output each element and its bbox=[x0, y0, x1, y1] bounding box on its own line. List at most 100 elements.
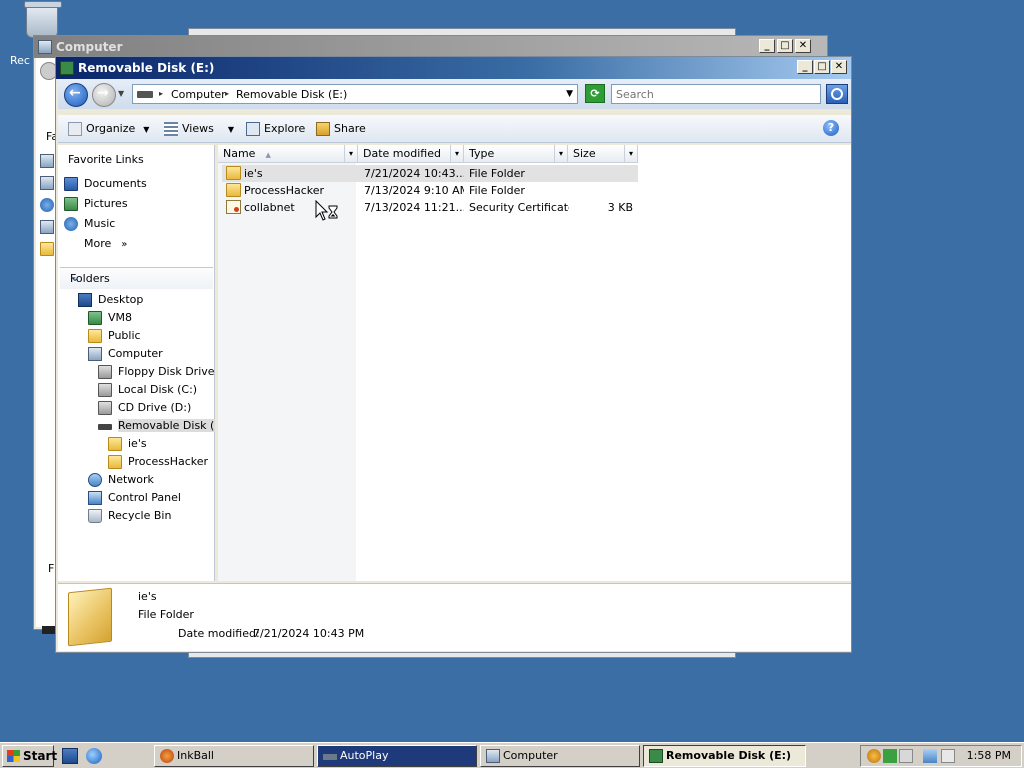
tree-item-removable-disk[interactable]: Removable Disk (E:) bbox=[98, 417, 215, 435]
start-label: Start bbox=[23, 749, 58, 763]
favorite-label: More bbox=[84, 237, 112, 250]
explorer-titlebar[interactable]: Removable Disk (E:) _ □ ✕ bbox=[56, 57, 851, 79]
computer-icon bbox=[38, 40, 52, 54]
column-header-size[interactable]: Size ▾ bbox=[568, 145, 638, 163]
security-icon[interactable] bbox=[867, 749, 881, 763]
clock[interactable]: 1:58 PM bbox=[967, 749, 1011, 762]
maximize-button[interactable]: □ bbox=[814, 60, 830, 74]
chevron-down-icon[interactable]: ▸ bbox=[159, 89, 163, 98]
tree-label: ProcessHacker bbox=[128, 455, 209, 468]
usb-drive-icon bbox=[98, 424, 112, 430]
tree-item-recycle-bin[interactable]: Recycle Bin bbox=[88, 507, 171, 525]
tree-label: Control Panel bbox=[108, 491, 181, 504]
favorite-label: Music bbox=[84, 217, 116, 230]
network-icon bbox=[88, 473, 102, 487]
music-icon bbox=[64, 217, 78, 231]
close-button[interactable]: ✕ bbox=[831, 60, 847, 74]
tree-label: VM8 bbox=[108, 311, 133, 324]
back-button[interactable] bbox=[64, 83, 88, 107]
breadcrumb-computer[interactable]: Computer bbox=[171, 88, 226, 101]
taskbar-inkball[interactable]: InkBall bbox=[154, 745, 314, 767]
folders-label: F bbox=[48, 562, 55, 575]
minimize-button[interactable]: _ bbox=[797, 60, 813, 74]
taskbar-removable-disk[interactable]: Removable Disk (E:) bbox=[643, 745, 806, 767]
file-row[interactable]: ProcessHacker 7/13/2024 9:10 AM File Fol… bbox=[222, 182, 638, 199]
more-chevron-icon: » bbox=[121, 239, 128, 250]
sorted-column-highlight bbox=[218, 163, 356, 581]
folder-icon bbox=[88, 329, 102, 343]
column-filter-dropdown[interactable]: ▾ bbox=[344, 145, 357, 162]
column-header-type[interactable]: Type ▾ bbox=[464, 145, 568, 163]
tree-item-vm8[interactable]: VM8 bbox=[88, 309, 132, 327]
views-button[interactable]: Views ▼ bbox=[164, 121, 234, 137]
computer-window-titlebar[interactable]: Computer _ □ ✕ bbox=[34, 36, 827, 58]
tree-item-ies[interactable]: ie's bbox=[108, 435, 147, 453]
share-button[interactable]: Share bbox=[316, 121, 366, 137]
autoplay-icon bbox=[323, 754, 337, 760]
close-button[interactable]: ✕ bbox=[795, 39, 811, 53]
address-dropdown-icon[interactable]: ▼ bbox=[566, 89, 573, 99]
help-icon[interactable]: ? bbox=[823, 120, 839, 136]
sort-ascending-icon: ▲ bbox=[265, 151, 271, 159]
explore-button[interactable]: Explore bbox=[246, 121, 305, 137]
address-field[interactable]: ▸ Computer ▸ Removable Disk (E:) ▼ bbox=[132, 84, 578, 104]
taskbar-autoplay[interactable]: AutoPlay bbox=[317, 745, 477, 767]
favorite-more[interactable]: More » bbox=[62, 235, 127, 253]
views-label: Views bbox=[182, 122, 214, 135]
column-filter-dropdown[interactable]: ▾ bbox=[554, 145, 567, 162]
breadcrumb-removable-disk[interactable]: Removable Disk (E:) bbox=[236, 88, 347, 101]
forward-button[interactable] bbox=[92, 83, 116, 107]
tree-item-public[interactable]: Public bbox=[88, 327, 141, 345]
tree-item-local-disk[interactable]: Local Disk (C:) bbox=[98, 381, 197, 399]
favorite-music[interactable]: Music bbox=[62, 215, 115, 233]
search-icon[interactable] bbox=[826, 84, 848, 104]
tree-item-desktop[interactable]: Desktop bbox=[78, 291, 143, 309]
file-row[interactable]: collabnet 7/13/2024 11:21... Security Ce… bbox=[222, 199, 638, 216]
file-row[interactable]: ie's 7/21/2024 10:43... File Folder bbox=[222, 165, 638, 182]
explore-icon bbox=[246, 122, 260, 136]
show-desktop-icon[interactable] bbox=[62, 748, 78, 764]
views-icon bbox=[164, 122, 178, 136]
certificate-icon bbox=[226, 200, 241, 214]
tree-label: Desktop bbox=[98, 293, 144, 306]
column-filter-dropdown[interactable]: ▾ bbox=[450, 145, 463, 162]
taskbar-computer[interactable]: Computer bbox=[480, 745, 640, 767]
busy-cursor-icon bbox=[315, 200, 338, 221]
notification-area: 1:58 PM bbox=[860, 745, 1022, 767]
file-size: 3 KB bbox=[607, 201, 633, 214]
breadcrumb-separator[interactable]: ▸ bbox=[225, 89, 229, 98]
favorite-label: Documents bbox=[84, 177, 147, 190]
maximize-button[interactable]: □ bbox=[777, 39, 793, 53]
column-header-date[interactable]: Date modified ▾ bbox=[358, 145, 464, 163]
volume-muted-icon[interactable] bbox=[941, 749, 955, 763]
favorite-pictures[interactable]: Pictures bbox=[62, 195, 128, 213]
tray-app-icon[interactable] bbox=[899, 749, 913, 763]
favorite-documents[interactable]: Documents bbox=[62, 175, 147, 193]
network-icon[interactable] bbox=[923, 749, 937, 763]
inkball-icon bbox=[160, 749, 174, 763]
refresh-button[interactable]: ⟳ bbox=[585, 84, 605, 103]
tree-item-computer[interactable]: Computer bbox=[88, 345, 163, 363]
search-input[interactable] bbox=[611, 84, 821, 104]
start-button[interactable]: Start bbox=[2, 745, 58, 767]
chevron-down-icon: ▼ bbox=[143, 125, 150, 134]
column-filter-dropdown[interactable]: ▾ bbox=[624, 145, 637, 162]
explorer-window[interactable]: Removable Disk (E:) _ □ ✕ ▼ ▸ Computer ▸… bbox=[55, 56, 852, 653]
desktop-icon-label: Rec bbox=[10, 54, 30, 67]
internet-explorer-icon[interactable] bbox=[86, 748, 102, 764]
tree-item-cd-drive[interactable]: CD Drive (D:) bbox=[98, 399, 191, 417]
column-header-name[interactable]: Name ▲ ▾ bbox=[218, 145, 358, 163]
folders-header[interactable]: Folders ⌄ bbox=[60, 267, 213, 289]
tree-item-network[interactable]: Network bbox=[88, 471, 154, 489]
tree-item-floppy[interactable]: Floppy Disk Drive (A:) bbox=[98, 363, 215, 381]
file-list[interactable]: Name ▲ ▾ Date modified ▾ Type ▾ Size ▾ ie… bbox=[218, 145, 851, 581]
organize-button[interactable]: Organize ▼ bbox=[68, 121, 149, 137]
recent-pages-button[interactable]: ▼ bbox=[118, 89, 124, 98]
tree-item-processhacker[interactable]: ProcessHacker bbox=[108, 453, 208, 471]
tree-item-control-panel[interactable]: Control Panel bbox=[88, 489, 181, 507]
safely-remove-icon[interactable] bbox=[883, 749, 897, 763]
tree-label: CD Drive (D:) bbox=[118, 401, 192, 414]
usb-drive-icon bbox=[60, 61, 74, 75]
minimize-button[interactable]: _ bbox=[759, 39, 775, 53]
usb-drive-icon bbox=[649, 749, 663, 763]
